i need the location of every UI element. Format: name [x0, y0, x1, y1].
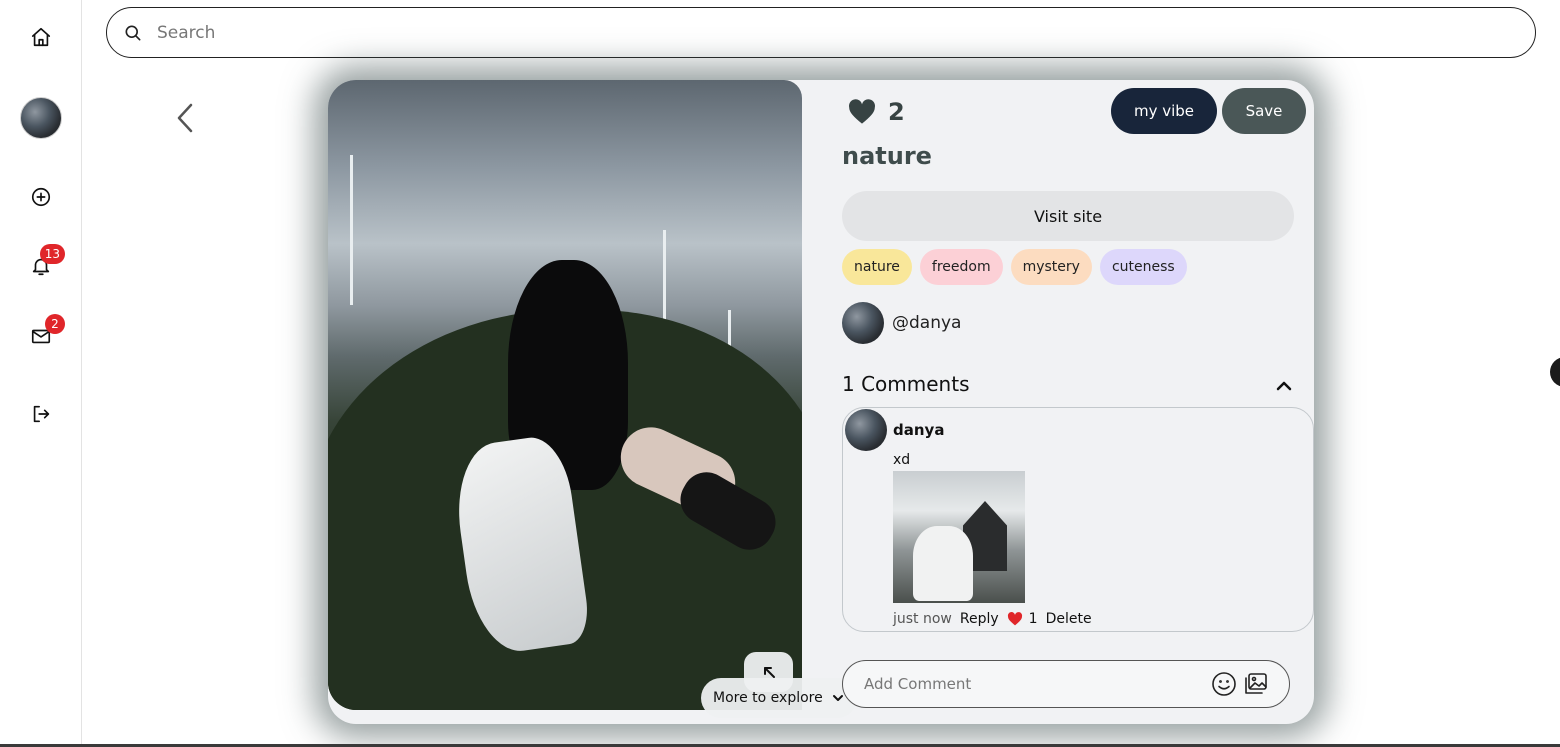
search-input[interactable]: [157, 22, 1457, 43]
image-icon: [1245, 673, 1267, 694]
sidebar: 13 2: [0, 0, 82, 747]
comment-time: just now: [893, 611, 952, 627]
tag-chip[interactable]: nature: [842, 249, 912, 285]
notifications-button[interactable]: 13: [21, 244, 65, 286]
author-link[interactable]: @danya: [842, 302, 961, 344]
heart-icon[interactable]: [1007, 612, 1023, 626]
app: 13 2 More to explore: [0, 0, 1560, 747]
comment-list: danya xd just now Reply 1 Delete: [842, 407, 1314, 632]
logout-button[interactable]: [21, 394, 61, 434]
tag-chip[interactable]: mystery: [1010, 249, 1092, 285]
comment-username[interactable]: danya: [893, 421, 944, 439]
comment-avatar[interactable]: [845, 409, 887, 451]
like-button[interactable]: 2: [848, 94, 905, 130]
messages-button[interactable]: 2: [21, 314, 65, 356]
reply-button[interactable]: Reply: [960, 611, 999, 627]
smiley-icon: [1212, 672, 1236, 696]
tag-list: nature freedom mystery cuteness: [842, 249, 1187, 285]
visit-site-button[interactable]: Visit site: [842, 191, 1294, 241]
profile-avatar[interactable]: [20, 97, 62, 139]
emoji-button[interactable]: [1211, 671, 1239, 699]
pin-image[interactable]: [328, 80, 802, 710]
scroll-indicator[interactable]: [1550, 357, 1560, 387]
chevron-down-icon: [832, 695, 843, 701]
comments-header: 1 Comments: [842, 372, 970, 396]
my-vibe-button[interactable]: my vibe: [1111, 88, 1217, 134]
arrow-up-left-icon: [763, 667, 775, 678]
tag-chip[interactable]: cuteness: [1099, 249, 1187, 285]
comment-image[interactable]: [893, 471, 1025, 603]
chevron-up-icon: [1276, 381, 1292, 391]
messages-badge: 2: [45, 314, 65, 334]
author-name: @danya: [892, 313, 962, 333]
figure-shape: [913, 526, 973, 601]
search-icon: [125, 25, 141, 41]
comment-like-count: 1: [1028, 611, 1038, 627]
search-bar[interactable]: [106, 7, 1536, 58]
heart-icon: [849, 99, 875, 124]
author-avatar: [842, 302, 884, 344]
delete-button[interactable]: Delete: [1046, 611, 1092, 627]
home-button[interactable]: [21, 17, 61, 57]
chevron-left-icon: [177, 103, 193, 133]
home-icon: [31, 27, 51, 47]
more-to-explore-button[interactable]: More to explore: [701, 678, 857, 718]
save-button[interactable]: Save: [1222, 88, 1306, 134]
logout-icon: [33, 405, 50, 423]
comment-text: xd: [893, 452, 911, 468]
like-count: 2: [888, 98, 905, 126]
comment-input[interactable]: [864, 675, 1204, 693]
turbine-shape: [350, 155, 353, 305]
pin-card: More to explore 2 my vibe Save nature Vi…: [328, 80, 1314, 724]
collapse-comments-button[interactable]: [1272, 374, 1296, 398]
comment-meta: just now Reply 1 Delete: [893, 611, 1092, 627]
pin-title: nature: [842, 142, 932, 170]
tag-chip[interactable]: freedom: [919, 249, 1003, 285]
attach-image-button[interactable]: [1243, 671, 1271, 699]
notifications-badge: 13: [39, 244, 65, 264]
add-comment-box: [842, 660, 1290, 708]
back-button[interactable]: [168, 98, 202, 138]
plus-circle-icon: [31, 187, 51, 207]
more-to-explore-label: More to explore: [713, 690, 823, 706]
create-button[interactable]: [21, 177, 61, 217]
